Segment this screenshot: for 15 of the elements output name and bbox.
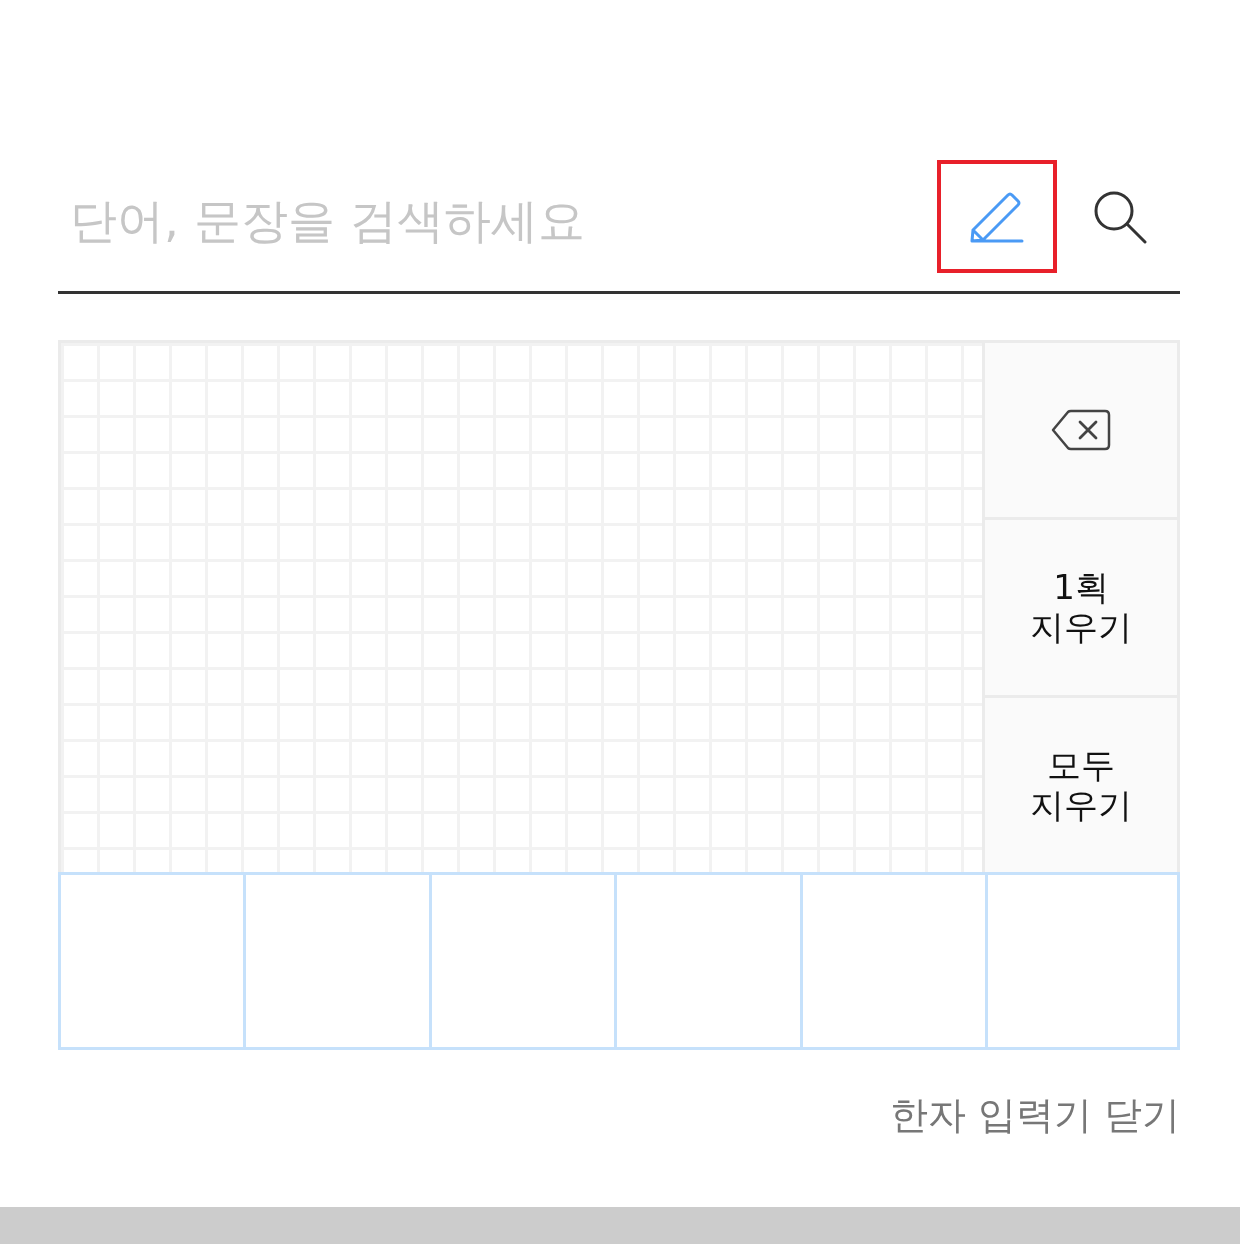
erase-button[interactable]: 모두 지우기	[985, 697, 1177, 872]
candidate-slot[interactable]	[985, 872, 1180, 1050]
search-field[interactable]: 단어, 문장을 검색하세요	[58, 160, 934, 277]
candidate-slot[interactable]	[614, 872, 800, 1050]
candidate-slot[interactable]	[243, 872, 429, 1050]
erase-button[interactable]: 1획 지우기	[985, 520, 1177, 698]
candidate-slot[interactable]	[799, 872, 985, 1050]
backspace-button[interactable]	[985, 343, 1177, 521]
drawing-pad[interactable]	[61, 343, 982, 872]
close-link[interactable]: 한자 입력기 닫기	[889, 1090, 1180, 1141]
search-icon	[1093, 189, 1147, 244]
handwriting-button[interactable]	[937, 160, 1057, 273]
backspace-icon	[1051, 409, 1111, 452]
candidate-slot[interactable]	[58, 872, 244, 1050]
candidate-slot[interactable]	[428, 872, 615, 1050]
